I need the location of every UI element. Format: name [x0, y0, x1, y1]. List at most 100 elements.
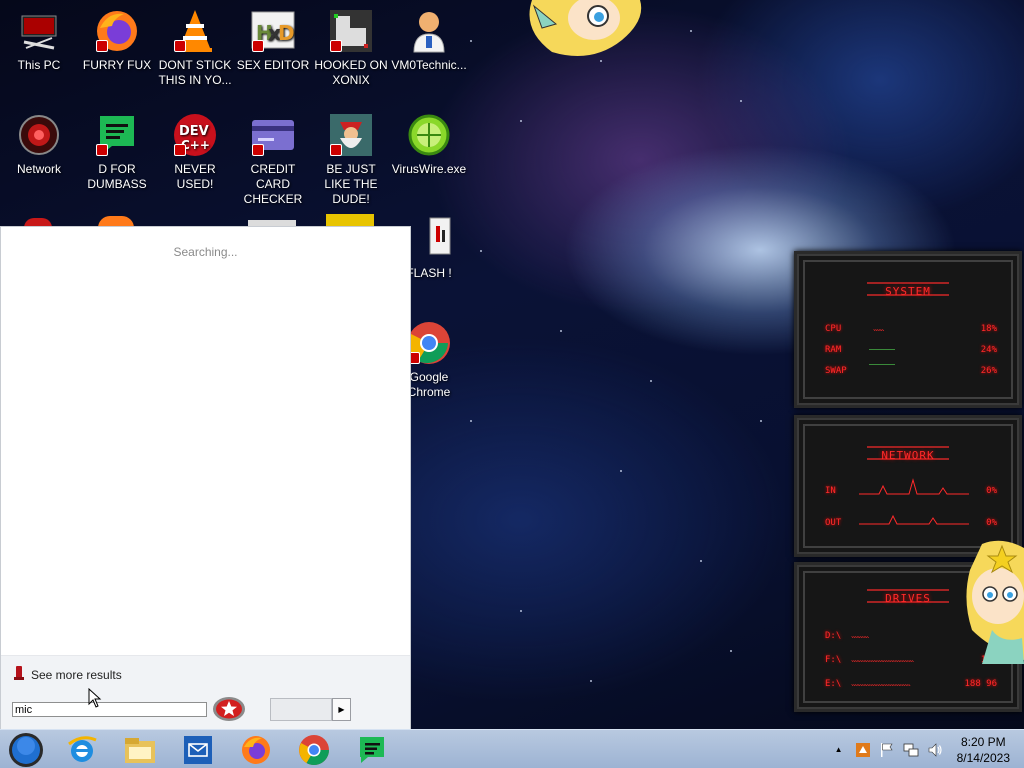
cartoon-sticker-right	[962, 540, 1024, 664]
desktop-icon-credit-card-checker[interactable]: CREDIT CARD CHECKER	[234, 112, 312, 207]
desktop-icon-label: VirusWire.exe	[391, 162, 467, 176]
this-pc-icon	[16, 8, 62, 54]
shortcut-arrow-icon	[252, 144, 264, 156]
cpu-bar: »»»	[873, 326, 884, 331]
svg-text:D: D	[278, 21, 295, 45]
xonix-icon	[328, 8, 374, 54]
mouse-cursor	[88, 687, 102, 711]
desktop-icon-label: DONT STICK THIS IN YO...	[158, 58, 232, 87]
gadget-label: D:\	[825, 631, 842, 641]
desktop-icon-network[interactable]: Network	[0, 112, 78, 177]
desktop-icon-this-pc[interactable]: This PC	[0, 8, 78, 73]
desktop-icon-label: BE JUST LIKE THE DUDE!	[324, 162, 378, 206]
gadget-label: E:\	[825, 679, 842, 689]
clock-time: 8:20 PM	[960, 734, 1006, 749]
desktop-icon-vm0technic[interactable]: VM0Technic...	[390, 8, 468, 73]
dwarf-icon	[328, 112, 374, 158]
desktop-icon-label: Network	[16, 162, 61, 176]
file-explorer-icon	[125, 737, 155, 763]
cartoon-sticker-top	[522, 0, 646, 60]
desktop-icon-d-for-dumbass[interactable]: D FOR DUMBASS	[78, 112, 156, 192]
gadget-value: 188 96	[964, 679, 997, 689]
desktop-icon-label: NEVER USED!	[174, 162, 216, 191]
search-input[interactable]	[12, 702, 207, 717]
desktop-icon-viruswire[interactable]: VirusWire.exe	[390, 112, 468, 177]
desktop-icon-sex-editor[interactable]: HxD SEX EDITOR	[234, 8, 312, 73]
desktop-icon-furry-fux[interactable]: FURRY FUX	[78, 8, 156, 73]
gadget-row-ram: RAM 24%	[825, 345, 997, 355]
star-search-button[interactable]	[212, 696, 246, 722]
desktop-icon-label: VM0Technic...	[391, 58, 467, 72]
gadget-label: SWAP	[825, 366, 847, 376]
vlc-icon	[172, 8, 218, 54]
shortcut-arrow-icon	[174, 144, 186, 156]
system-monitor-gadget: SYSTEM CPU 18% »»» RAM 24% SWAP 26%	[794, 251, 1022, 408]
desktop-icon-hooked-on-xonix[interactable]: HOOKED ON XONIX	[312, 8, 390, 88]
credit-card-icon	[250, 112, 296, 158]
shortcut-arrow-icon	[174, 40, 186, 52]
shortcut-arrow-icon	[96, 144, 108, 156]
gadget-row-cpu: CPU 18%	[825, 324, 997, 334]
limewire-icon	[406, 112, 452, 158]
shortcut-arrow-icon	[330, 144, 342, 156]
gadget-label: RAM	[825, 345, 842, 355]
drive-e-bar: »»»»»»»»»»»»»»»»»	[851, 681, 911, 686]
desktop-icon-label: FURRY FUX	[82, 58, 152, 72]
internet-explorer-icon	[68, 735, 97, 762]
gadget-value: 0%	[986, 486, 997, 496]
svg-text:DEV: DEV	[179, 124, 209, 139]
desktop-icon-label: SEX EDITOR	[236, 58, 310, 72]
gadget-label: IN	[825, 486, 836, 496]
start-orb-icon	[9, 732, 43, 767]
mail-icon	[184, 735, 212, 764]
tray-app-icon[interactable]	[854, 741, 872, 759]
shortcut-arrow-icon	[330, 40, 342, 52]
desktop-icon-label: This PC	[17, 58, 61, 72]
chrome-icon	[406, 320, 452, 366]
search-results-panel: Searching... See more results ▶	[0, 226, 411, 729]
devcpp-icon: DEV C++	[172, 112, 218, 158]
start-button[interactable]	[2, 732, 50, 767]
system-tray: ▲ 8:20 PM 8/14/2023	[827, 730, 1024, 768]
desktop-icon-dont-stick[interactable]: DONT STICK THIS IN YO...	[156, 8, 234, 88]
search-action-arrow-button[interactable]: ▶	[332, 698, 351, 721]
gadget-value: 0%	[986, 518, 997, 528]
drive-f-bar: »»»»»»»»»»»»»»»»»»	[851, 657, 914, 662]
taskbar-mail[interactable]	[174, 732, 222, 767]
gadget-value: 26%	[980, 366, 997, 376]
firefox-icon	[242, 735, 270, 764]
taskbar: ▲ 8:20 PM 8/14/2023	[0, 729, 1024, 768]
see-more-results-link[interactable]: See more results	[13, 666, 122, 683]
taskbar-chrome[interactable]	[290, 732, 338, 767]
network-tray-icon[interactable]	[902, 741, 920, 759]
action-center-flag-icon[interactable]	[878, 741, 896, 759]
desktop-icon-be-just-like-the-dude[interactable]: BE JUST LIKE THE DUDE!	[312, 112, 390, 207]
volume-icon[interactable]	[926, 741, 944, 759]
gadget-row-swap: SWAP 26%	[825, 366, 997, 376]
gadget-title-system: SYSTEM	[885, 285, 931, 298]
taskbar-clock[interactable]: 8:20 PM 8/14/2023	[957, 734, 1010, 766]
taskbar-spotify[interactable]	[348, 732, 396, 767]
drive-d-bar: »»»»»	[851, 633, 869, 638]
doctor-icon	[406, 8, 452, 54]
chrome-icon	[299, 734, 329, 765]
see-more-icon	[13, 666, 25, 683]
gadget-label: F:\	[825, 655, 842, 665]
spotify-icon	[360, 736, 384, 763]
search-footer: See more results ▶	[1, 655, 410, 729]
network-out-graph	[859, 514, 969, 525]
taskbar-internet-explorer[interactable]	[58, 732, 106, 767]
search-action-button[interactable]	[270, 698, 332, 721]
desktop-icon-never-used[interactable]: DEV C++ NEVER USED!	[156, 112, 234, 192]
spotify-icon	[94, 112, 140, 158]
search-status-text: Searching...	[173, 245, 238, 259]
show-hidden-icons-button[interactable]: ▲	[830, 741, 848, 759]
network-icon	[16, 112, 62, 158]
gadget-label: OUT	[825, 518, 842, 528]
firefox-icon	[94, 8, 140, 54]
shortcut-arrow-icon	[252, 40, 264, 52]
taskbar-firefox[interactable]	[232, 732, 280, 767]
desktop-icon-label: HOOKED ON XONIX	[314, 58, 388, 87]
taskbar-file-explorer[interactable]	[116, 732, 164, 767]
gadget-title-network: NETWORK	[881, 449, 935, 462]
